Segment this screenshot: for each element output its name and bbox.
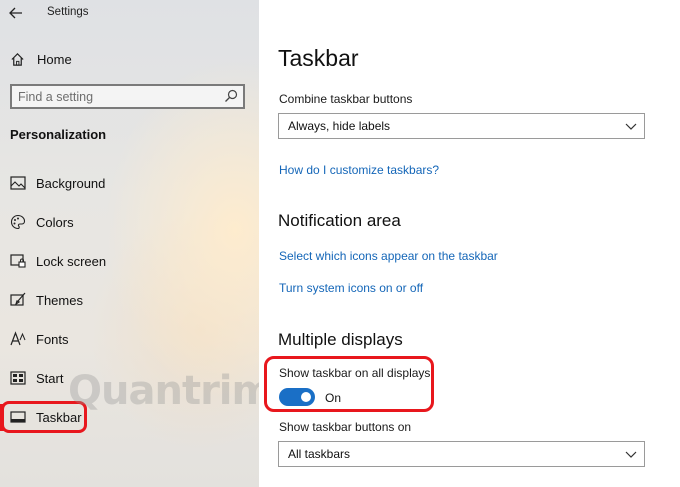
home-icon (11, 52, 24, 66)
background-image-icon (10, 175, 26, 191)
fonts-icon (10, 331, 26, 347)
sidebar-item-label: Colors (36, 214, 74, 230)
combine-buttons-label: Combine taskbar buttons (279, 92, 413, 106)
sidebar-item-lock-screen[interactable]: Lock screen (0, 245, 259, 277)
sidebar: Settings Home Personalization (0, 0, 354, 487)
customize-taskbars-link[interactable]: How do I customize taskbars? (279, 163, 439, 177)
sidebar-item-themes[interactable]: Themes (0, 284, 259, 316)
sidebar-item-label: Fonts (36, 331, 69, 347)
start-menu-icon (10, 370, 26, 386)
search-input[interactable] (18, 88, 218, 105)
select-icons-link[interactable]: Select which icons appear on the taskbar (279, 249, 498, 263)
sidebar-item-fonts[interactable]: Fonts (0, 323, 259, 355)
show-buttons-on-label: Show taskbar buttons on (279, 420, 412, 434)
section-header-personalization: Personalization (10, 127, 107, 142)
dropdown-value: All taskbars (288, 447, 351, 461)
sidebar-item-start[interactable]: Start (0, 362, 259, 394)
search-icon[interactable] (224, 89, 238, 103)
lock-screen-icon (10, 253, 26, 269)
annotation-highlight-toggle (264, 356, 434, 412)
sidebar-item-background[interactable]: Background (0, 167, 259, 199)
sidebar-item-label: Lock screen (36, 253, 107, 269)
chevron-down-icon (625, 451, 637, 458)
system-icons-link[interactable]: Turn system icons on or off (279, 281, 423, 295)
title-bar: Settings (0, 0, 259, 26)
sidebar-item-home[interactable]: Home (10, 49, 72, 69)
themes-brush-icon (10, 292, 26, 308)
annotation-highlight-taskbar (1, 401, 87, 433)
combine-buttons-dropdown[interactable]: Always, hide labels (278, 113, 645, 139)
palette-icon (10, 214, 26, 230)
show-buttons-on-dropdown[interactable]: All taskbars (278, 441, 645, 467)
sidebar-item-label: Themes (36, 292, 83, 308)
multiple-displays-heading: Multiple displays (278, 330, 403, 349)
sidebar-item-label: Background (36, 175, 106, 191)
notification-area-heading: Notification area (278, 211, 401, 230)
back-button[interactable] (6, 4, 26, 22)
home-label: Home (37, 51, 72, 67)
chevron-down-icon (625, 123, 637, 130)
app-title: Settings (47, 6, 89, 18)
main-content: Taskbar Combine taskbar buttons Always, … (259, 0, 680, 487)
search-box[interactable] (10, 84, 245, 109)
sidebar-item-colors[interactable]: Colors (0, 206, 259, 238)
page-title: Taskbar (278, 45, 359, 71)
sidebar-item-label: Start (36, 370, 64, 386)
dropdown-value: Always, hide labels (288, 119, 391, 133)
back-arrow-icon (9, 7, 22, 19)
settings-window: Settings Home Personalization (0, 0, 680, 487)
